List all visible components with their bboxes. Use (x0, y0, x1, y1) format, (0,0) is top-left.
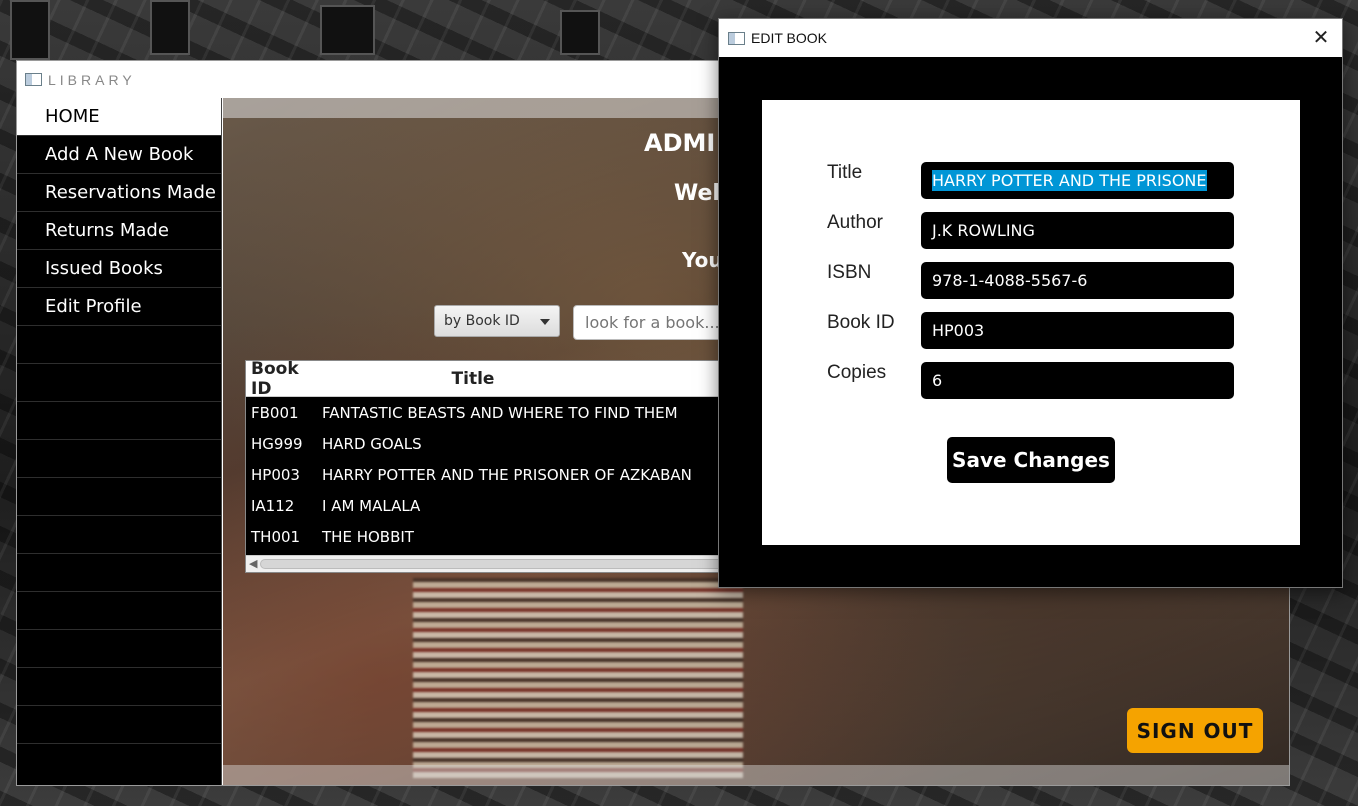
title-label: Title (827, 162, 863, 183)
sidebar-empty-slot (17, 402, 221, 440)
isbn-field[interactable]: 978-1-4088-5567-6 (921, 262, 1234, 299)
table-row[interactable]: FB001 FANTASTIC BEASTS AND WHERE TO FIND… (246, 397, 744, 428)
cell-book-id: TH001 (251, 527, 301, 546)
title-field-value: HARRY POTTER AND THE PRISONE (932, 170, 1207, 191)
scrollbar-thumb[interactable] (260, 559, 744, 569)
app-icon (728, 31, 745, 45)
table-row[interactable]: IA112 I AM MALALA (246, 490, 744, 521)
dialog-title: EDIT BOOK (751, 30, 827, 46)
column-header-title[interactable]: Title (322, 369, 744, 389)
cell-title: THE HOBBIT (322, 527, 414, 546)
sidebar-empty-slot (17, 478, 221, 516)
table-row[interactable]: HP003 HARRY POTTER AND THE PRISONER OF A… (246, 459, 744, 490)
window-title: LIBRARY (48, 71, 136, 88)
sidebar-empty-slot (17, 326, 221, 364)
filter-selected-value: by Book ID (444, 313, 520, 329)
sidebar-empty-slot (17, 440, 221, 478)
sidebar-item-home[interactable]: HOME (17, 98, 221, 136)
copies-label: Copies (827, 362, 887, 383)
author-label: Author (827, 212, 883, 233)
cell-title: FANTASTIC BEASTS AND WHERE TO FIND THEM (322, 403, 678, 422)
building-decoration (320, 5, 375, 55)
background-books-image (413, 578, 743, 778)
title-field[interactable]: HARRY POTTER AND THE PRISONE (921, 162, 1234, 199)
horizontal-scrollbar[interactable]: ◀ (246, 555, 744, 572)
isbn-label: ISBN (827, 262, 872, 283)
building-decoration (10, 0, 50, 60)
admin-heading: ADMI (644, 129, 716, 157)
scroll-left-icon[interactable]: ◀ (249, 557, 257, 570)
close-icon[interactable]: ✕ (1310, 27, 1332, 49)
sidebar-item-returns[interactable]: Returns Made (17, 212, 221, 250)
building-decoration (150, 0, 190, 55)
search-filter-select[interactable]: by Book ID (434, 305, 560, 337)
cell-book-id: HG999 (251, 434, 303, 453)
sidebar: HOME Add A New Book Reservations Made Re… (17, 98, 222, 785)
info-text: You (682, 248, 723, 272)
sidebar-empty-slot (17, 554, 221, 592)
save-changes-button[interactable]: Save Changes (947, 437, 1115, 483)
building-decoration (560, 10, 600, 55)
cell-title: HARD GOALS (322, 434, 422, 453)
sidebar-empty-slot (17, 364, 221, 402)
sidebar-empty-slot (17, 516, 221, 554)
table-header: Book ID Title (246, 359, 744, 399)
copies-field[interactable]: 6 (921, 362, 1234, 399)
sidebar-empty-slot (17, 630, 221, 668)
cell-book-id: FB001 (251, 403, 299, 422)
cell-book-id: IA112 (251, 496, 295, 515)
sidebar-item-issued-books[interactable]: Issued Books (17, 250, 221, 288)
book-id-field[interactable]: HP003 (921, 312, 1234, 349)
edit-book-dialog: EDIT BOOK ✕ Title HARRY POTTER AND THE P… (718, 18, 1343, 588)
cell-title: HARRY POTTER AND THE PRISONER OF AZKABAN (322, 465, 692, 484)
content-bottom-strip (223, 765, 1289, 785)
sidebar-empty-slot (17, 706, 221, 744)
sidebar-item-edit-profile[interactable]: Edit Profile (17, 288, 221, 326)
cell-book-id: HP003 (251, 465, 300, 484)
author-field[interactable]: J.K ROWLING (921, 212, 1234, 249)
table-row[interactable]: HG999 HARD GOALS (246, 428, 744, 459)
sidebar-item-add-book[interactable]: Add A New Book (17, 136, 221, 174)
sign-out-button[interactable]: SIGN OUT (1127, 708, 1263, 753)
chevron-down-icon (540, 319, 550, 325)
books-table: Book ID Title FB001 FANTASTIC BEASTS AND… (245, 359, 745, 573)
cell-title: I AM MALALA (322, 496, 421, 515)
book-id-label: Book ID (827, 312, 895, 333)
edit-form-panel: Title HARRY POTTER AND THE PRISONE Autho… (762, 100, 1300, 545)
sidebar-empty-slot (17, 592, 221, 630)
sidebar-item-reservations[interactable]: Reservations Made (17, 174, 221, 212)
column-header-book-id[interactable]: Book ID (246, 359, 322, 399)
sidebar-empty-slot (17, 668, 221, 706)
table-row[interactable]: TH001 THE HOBBIT (246, 521, 744, 552)
dialog-titlebar[interactable]: EDIT BOOK (719, 19, 1342, 57)
app-icon (25, 73, 42, 86)
book-search-input[interactable] (573, 305, 733, 340)
